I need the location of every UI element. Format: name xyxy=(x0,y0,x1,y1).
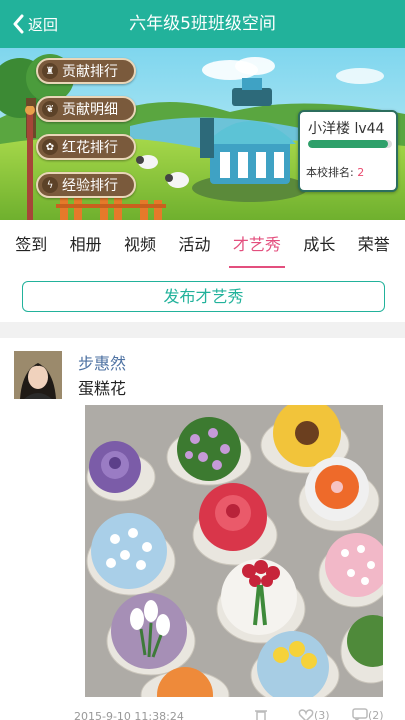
tab-sign-in[interactable]: 签到 xyxy=(13,222,49,270)
leaf-icon: ❦ xyxy=(42,101,58,117)
contribution-ranking-button[interactable]: ♜ 贡献排行 xyxy=(36,58,136,84)
post-text: 蛋糕花 xyxy=(78,379,127,398)
section-tabs: 签到 相册 视频 活动 才艺秀 成长 荣誉 xyxy=(0,222,405,270)
back-label: 返回 xyxy=(28,15,59,34)
page: 六年级5班班级空间 返回 ♜ 贡献排行 ❦ 贡献明细 ✿ 红花排行 ϟ 经验排行… xyxy=(0,0,405,720)
level-progress-fill xyxy=(308,140,388,148)
heart-icon xyxy=(298,709,314,720)
tab-video[interactable]: 视频 xyxy=(122,222,158,270)
experience-ranking-button[interactable]: ϟ 经验排行 xyxy=(36,172,136,198)
post-footer: 2015-9-10 11:38:24 (3) (2) xyxy=(74,708,404,720)
school-rank-label: 本校排名: xyxy=(306,166,354,179)
medal-icon: ♜ xyxy=(42,63,58,79)
comment-count: (2) xyxy=(368,708,384,720)
publish-talent-button[interactable]: 发布才艺秀 xyxy=(22,281,385,312)
tab-album[interactable]: 相册 xyxy=(68,222,104,270)
class-banner: ♜ 贡献排行 ❦ 贡献明细 ✿ 红花排行 ϟ 经验排行 小洋楼 lv44 本校排… xyxy=(0,48,405,220)
building-level-card: 小洋楼 lv44 本校排名: 2 xyxy=(298,110,398,192)
avatar[interactable] xyxy=(14,351,62,399)
contribution-detail-button[interactable]: ❦ 贡献明细 xyxy=(36,96,136,122)
comment-button[interactable]: (2) xyxy=(352,708,384,720)
school-rank: 本校排名: 2 xyxy=(306,164,364,180)
red-flower-ranking-button[interactable]: ✿ 红花排行 xyxy=(36,134,136,160)
like-button[interactable]: (3) xyxy=(298,708,330,720)
school-rank-value: 2 xyxy=(357,166,365,179)
tab-talent-show[interactable]: 才艺秀 xyxy=(228,222,285,270)
top-bar: 六年级5班班级空间 返回 xyxy=(0,0,405,48)
post-photo[interactable] xyxy=(85,405,383,697)
building-level-label: 小洋楼 lv44 xyxy=(308,121,385,137)
chevron-left-icon xyxy=(13,14,24,34)
page-title: 六年级5班班级空间 xyxy=(129,14,276,34)
like-count: (3) xyxy=(314,708,330,720)
lightning-icon: ϟ xyxy=(42,177,58,193)
tab-activity[interactable]: 活动 xyxy=(176,222,212,270)
post-author[interactable]: 步惠然 xyxy=(78,350,126,374)
back-button[interactable]: 返回 xyxy=(12,0,58,48)
trash-icon xyxy=(255,710,267,720)
level-progress-bar xyxy=(308,140,392,148)
delete-button[interactable] xyxy=(254,708,268,720)
post-time: 2015-9-10 11:38:24 xyxy=(74,710,184,720)
flower-icon: ✿ xyxy=(42,139,58,155)
tab-growth[interactable]: 成长 xyxy=(301,222,337,270)
menu-pole xyxy=(25,106,35,220)
comment-icon xyxy=(352,708,368,720)
section-divider xyxy=(0,322,405,338)
tab-honor[interactable]: 荣誉 xyxy=(356,222,392,270)
